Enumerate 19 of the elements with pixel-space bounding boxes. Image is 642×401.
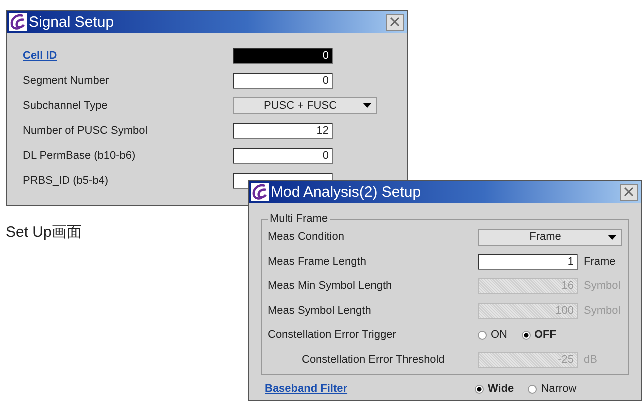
caption-text: Set Up画面	[6, 224, 82, 241]
setting-label: Meas Min Symbol Length	[268, 280, 394, 292]
setting-label: Segment Number	[23, 74, 110, 86]
setting-label: PRBS_ID (b5-b4)	[23, 174, 110, 186]
setting-label: DL PermBase (b10-b6)	[23, 150, 137, 162]
setting-label: Number of PUSC Symbol	[23, 124, 149, 136]
unit-label: Symbol	[584, 304, 621, 317]
setting-label: Meas Symbol Length	[268, 304, 372, 317]
setting-label: Constellation Error Trigger	[268, 329, 398, 342]
group-title: Multi Frame	[269, 213, 330, 225]
unit-label: Frame	[584, 256, 616, 268]
setting-label: Meas Frame Length	[268, 256, 368, 268]
unit-label: dB	[584, 354, 598, 366]
setting-label: Subchannel Type	[23, 100, 109, 112]
window-title: Mod Analysis(2) Setup	[271, 184, 422, 200]
setting-label: Constellation Error Threshold	[301, 354, 446, 366]
unit-label: Symbol	[584, 280, 621, 292]
setting-label: Meas Condition	[268, 231, 346, 244]
window-title: Signal Setup	[29, 14, 116, 30]
